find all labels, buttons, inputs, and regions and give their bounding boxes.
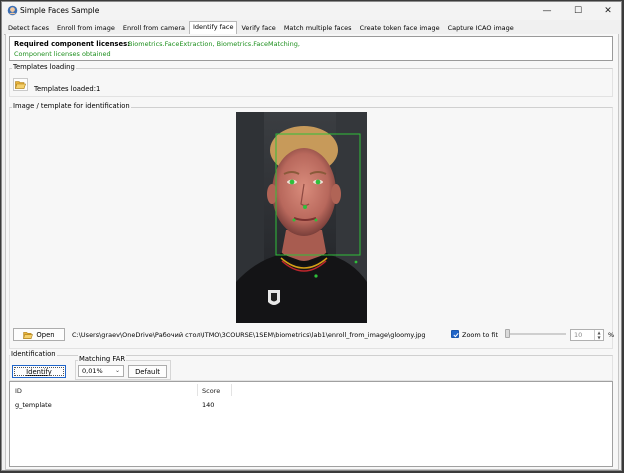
tab-identify-face[interactable]: Identify face: [189, 21, 238, 34]
templates-loaded-count: 1: [96, 85, 101, 93]
title-bar: Simple Faces Sample — ☐ ✕: [2, 2, 621, 20]
far-value: 0,01%: [82, 367, 103, 375]
identification-title: Identification: [10, 350, 57, 358]
zoom-value-input[interactable]: 10 ▲ ▼: [570, 329, 604, 341]
license-status: Component licenses obtained: [14, 50, 111, 58]
face-photo: [236, 112, 367, 323]
column-header-score[interactable]: Score: [202, 387, 220, 395]
minimize-button[interactable]: —: [532, 2, 562, 20]
maximize-button[interactable]: ☐: [563, 2, 593, 20]
column-header-id[interactable]: ID: [15, 387, 22, 395]
license-panel: Required component licenses: Biometrics.…: [9, 36, 613, 61]
image-file-path: C:\Users\graev\OneDrive\Рабочий стол\ITM…: [72, 331, 426, 339]
tab-enroll-from-camera[interactable]: Enroll from camera: [119, 22, 189, 34]
results-list[interactable]: ID Score g_template 140: [9, 381, 613, 467]
required-licenses-list: Biometrics.FaceExtraction, Biometrics.Fa…: [128, 40, 300, 48]
tab-capture-icao-image[interactable]: Capture ICAO image: [444, 22, 518, 34]
matching-far-select[interactable]: 0,01% ⌄: [78, 365, 124, 377]
open-button-label: Open: [36, 330, 55, 339]
window-title: Simple Faces Sample: [20, 6, 100, 15]
identify-button[interactable]: Identify: [12, 365, 66, 378]
templates-loading-title: Templates loading: [12, 63, 76, 71]
folder-open-icon: [23, 331, 34, 339]
zoom-to-fit-label: Zoom to fit: [462, 331, 499, 339]
image-template-title: Image / template for identification: [12, 102, 131, 110]
tab-create-token-face-image[interactable]: Create token face image: [356, 22, 444, 34]
load-templates-button[interactable]: [13, 78, 28, 91]
row-id: g_template: [15, 401, 52, 409]
app-window: Simple Faces Sample — ☐ ✕ Detect faces E…: [1, 1, 622, 471]
open-image-button[interactable]: Open: [13, 328, 65, 341]
face-image-view: [236, 112, 367, 323]
tab-detect-faces[interactable]: Detect faces: [4, 22, 53, 34]
tab-enroll-from-image[interactable]: Enroll from image: [53, 22, 119, 34]
identify-button-label: Identify: [26, 367, 52, 376]
chevron-down-icon: ⌄: [114, 367, 120, 374]
zoom-spinner[interactable]: ▲ ▼: [594, 330, 603, 340]
zoom-to-fit-checkbox[interactable]: [451, 330, 459, 338]
zoom-value: 10: [574, 331, 583, 339]
templates-loaded-label: Templates loaded:: [34, 85, 97, 93]
close-button[interactable]: ✕: [593, 2, 623, 20]
app-icon: [7, 5, 18, 16]
default-button-label: Default: [135, 367, 160, 376]
zoom-slider-thumb[interactable]: [505, 329, 510, 338]
column-separator: [231, 384, 232, 396]
tab-verify-face[interactable]: Verify face: [237, 22, 279, 34]
tab-match-multiple-faces[interactable]: Match multiple faces: [280, 22, 356, 34]
zoom-slider-track[interactable]: [508, 333, 566, 335]
folder-open-icon: [15, 81, 26, 89]
required-licenses-label: Required component licenses:: [14, 40, 130, 48]
percent-label: %: [608, 331, 615, 339]
checkmark-icon: [452, 332, 459, 337]
column-separator: [197, 384, 198, 396]
identify-face-panel: Required component licenses: Biometrics.…: [5, 34, 619, 470]
row-score: 140: [202, 401, 215, 409]
matching-far-title: Matching FAR: [78, 355, 127, 363]
default-far-button[interactable]: Default: [128, 365, 167, 378]
